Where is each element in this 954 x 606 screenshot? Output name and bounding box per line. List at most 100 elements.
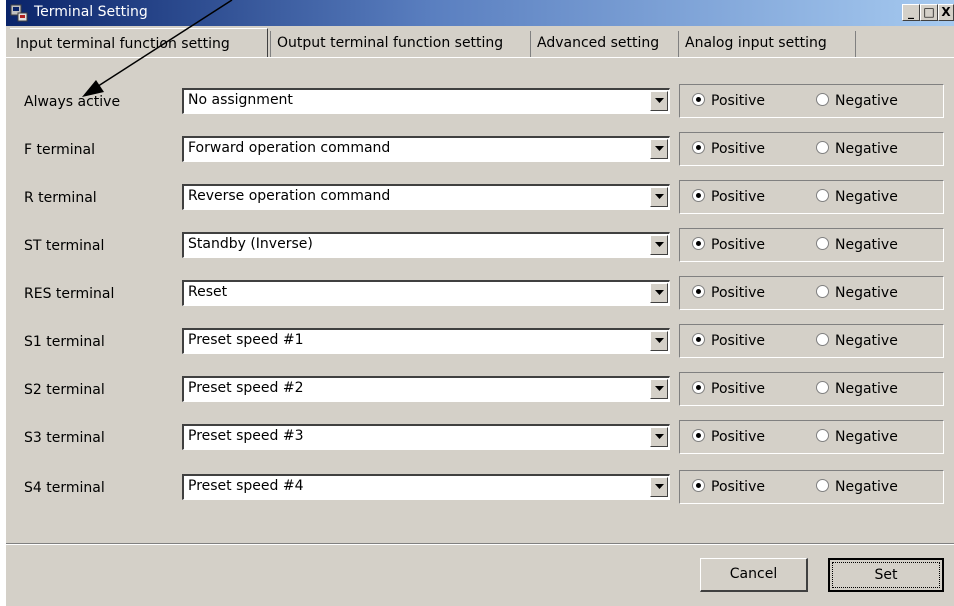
- radio-unchecked-icon: [816, 237, 829, 250]
- radio-positive[interactable]: Positive: [692, 189, 765, 207]
- radio-checked-icon: [692, 479, 705, 492]
- select-value: Preset speed #2: [188, 380, 304, 396]
- maximize-button[interactable]: □: [920, 4, 938, 21]
- logic-radio-group: Positive Negative: [679, 84, 944, 118]
- logic-radio-group: Positive Negative: [679, 372, 944, 406]
- radio-label: Negative: [835, 237, 898, 253]
- radio-label: Negative: [835, 141, 898, 157]
- dropdown-arrow-icon[interactable]: [650, 427, 668, 447]
- logic-radio-group: Positive Negative: [679, 324, 944, 358]
- logic-radio-group: Positive Negative: [679, 132, 944, 166]
- function-select-r-terminal[interactable]: Reverse operation command: [182, 184, 670, 210]
- radio-negative[interactable]: Negative: [816, 479, 898, 497]
- function-select-res-terminal[interactable]: Reset: [182, 280, 670, 306]
- tab-analog-input-setting[interactable]: Analog input setting: [678, 31, 856, 57]
- function-select-s2-terminal[interactable]: Preset speed #2: [182, 376, 670, 402]
- radio-checked-icon: [692, 381, 705, 394]
- radio-unchecked-icon: [816, 429, 829, 442]
- radio-unchecked-icon: [816, 93, 829, 106]
- function-select-s1-terminal[interactable]: Preset speed #1: [182, 328, 670, 354]
- tab-output-terminal-function[interactable]: Output terminal function setting: [270, 31, 530, 57]
- tab-input-terminal-function[interactable]: Input terminal function setting: [10, 28, 268, 58]
- radio-label: Positive: [711, 479, 765, 495]
- dropdown-arrow-icon[interactable]: [650, 477, 668, 497]
- title-bar[interactable]: Terminal Setting _ □ X: [6, 0, 954, 26]
- select-value: Preset speed #4: [188, 478, 304, 494]
- radio-negative[interactable]: Negative: [816, 189, 898, 207]
- select-value: Reverse operation command: [188, 188, 391, 204]
- radio-unchecked-icon: [816, 479, 829, 492]
- dropdown-arrow-icon[interactable]: [650, 235, 668, 255]
- radio-label: Negative: [835, 333, 898, 349]
- radio-positive[interactable]: Positive: [692, 237, 765, 255]
- radio-label: Positive: [711, 189, 765, 205]
- radio-negative[interactable]: Negative: [816, 285, 898, 303]
- dropdown-arrow-icon[interactable]: [650, 379, 668, 399]
- function-select-f-terminal[interactable]: Forward operation command: [182, 136, 670, 162]
- select-value: Reset: [188, 284, 228, 300]
- function-select-st-terminal[interactable]: Standby (Inverse): [182, 232, 670, 258]
- radio-positive[interactable]: Positive: [692, 381, 765, 399]
- select-value: Preset speed #3: [188, 428, 304, 444]
- window-title: Terminal Setting: [34, 4, 148, 20]
- radio-checked-icon: [692, 237, 705, 250]
- radio-positive[interactable]: Positive: [692, 141, 765, 159]
- radio-positive[interactable]: Positive: [692, 333, 765, 351]
- row-label-res-terminal: RES terminal: [24, 286, 115, 302]
- radio-negative[interactable]: Negative: [816, 93, 898, 111]
- logic-radio-group: Positive Negative: [679, 276, 944, 310]
- close-button[interactable]: X: [938, 4, 954, 21]
- radio-unchecked-icon: [816, 189, 829, 202]
- radio-label: Positive: [711, 381, 765, 397]
- cancel-button[interactable]: Cancel: [700, 558, 808, 592]
- tab-panel-edge: [6, 57, 954, 58]
- tab-advanced-setting[interactable]: Advanced setting: [530, 31, 678, 57]
- radio-negative[interactable]: Negative: [816, 429, 898, 447]
- dropdown-arrow-icon[interactable]: [650, 283, 668, 303]
- radio-checked-icon: [692, 141, 705, 154]
- minimize-button[interactable]: _: [902, 4, 920, 21]
- select-value: Standby (Inverse): [188, 236, 313, 252]
- dropdown-arrow-icon[interactable]: [650, 91, 668, 111]
- radio-label: Negative: [835, 479, 898, 495]
- radio-positive[interactable]: Positive: [692, 429, 765, 447]
- radio-checked-icon: [692, 333, 705, 346]
- set-button[interactable]: Set: [828, 558, 944, 592]
- radio-unchecked-icon: [816, 141, 829, 154]
- select-value: No assignment: [188, 92, 293, 108]
- terminal-setting-window: Terminal Setting _ □ X Input terminal fu…: [6, 0, 954, 606]
- row-label-s1-terminal: S1 terminal: [24, 334, 105, 350]
- radio-positive[interactable]: Positive: [692, 479, 765, 497]
- radio-label: Positive: [711, 237, 765, 253]
- row-label-st-terminal: ST terminal: [24, 238, 105, 254]
- dropdown-arrow-icon[interactable]: [650, 139, 668, 159]
- radio-unchecked-icon: [816, 285, 829, 298]
- radio-label: Negative: [835, 189, 898, 205]
- radio-negative[interactable]: Negative: [816, 141, 898, 159]
- radio-negative[interactable]: Negative: [816, 333, 898, 351]
- radio-unchecked-icon: [816, 333, 829, 346]
- select-value: Forward operation command: [188, 140, 391, 156]
- radio-positive[interactable]: Positive: [692, 285, 765, 303]
- row-label-r-terminal: R terminal: [24, 190, 97, 206]
- logic-radio-group: Positive Negative: [679, 470, 944, 504]
- radio-checked-icon: [692, 93, 705, 106]
- function-select-always-active[interactable]: No assignment: [182, 88, 670, 114]
- radio-label: Negative: [835, 93, 898, 109]
- row-label-f-terminal: F terminal: [24, 142, 95, 158]
- dropdown-arrow-icon[interactable]: [650, 187, 668, 207]
- function-select-s4-terminal[interactable]: Preset speed #4: [182, 474, 670, 500]
- dropdown-arrow-icon[interactable]: [650, 331, 668, 351]
- row-label-s2-terminal: S2 terminal: [24, 382, 105, 398]
- app-icon: [10, 4, 28, 22]
- logic-radio-group: Positive Negative: [679, 228, 944, 262]
- radio-label: Negative: [835, 285, 898, 301]
- radio-negative[interactable]: Negative: [816, 237, 898, 255]
- row-label-s4-terminal: S4 terminal: [24, 480, 105, 496]
- radio-label: Positive: [711, 93, 765, 109]
- divider: [6, 544, 954, 545]
- function-select-s3-terminal[interactable]: Preset speed #3: [182, 424, 670, 450]
- radio-negative[interactable]: Negative: [816, 381, 898, 399]
- radio-checked-icon: [692, 189, 705, 202]
- radio-positive[interactable]: Positive: [692, 93, 765, 111]
